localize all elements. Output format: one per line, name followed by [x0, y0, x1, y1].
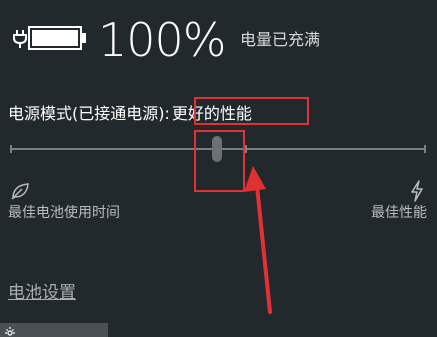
- power-mode-label: 电源模式(已接通电源):: [8, 104, 170, 123]
- brightness-icon: [5, 327, 15, 336]
- highlight-box-slider-thumb: [194, 130, 245, 192]
- highlight-box-mode-value: [194, 97, 309, 125]
- battery-status-row: 100% 电量已充满: [8, 14, 428, 66]
- leaf-icon: [11, 183, 29, 200]
- battery-status-text: 电量已充满: [240, 30, 321, 49]
- battery-settings-link[interactable]: 电池设置: [8, 282, 76, 304]
- battery-full-icon: [28, 26, 86, 50]
- slider-tick-end: [424, 145, 426, 153]
- slider-tick-middle: [245, 145, 247, 153]
- best-battery-life-label: 最佳电池使用时间: [8, 205, 120, 221]
- best-performance-label: 最佳性能: [371, 205, 427, 221]
- slider-tick-start: [10, 145, 12, 153]
- battery-percent: 100%: [98, 13, 227, 67]
- lightning-bolt-icon: [411, 180, 423, 202]
